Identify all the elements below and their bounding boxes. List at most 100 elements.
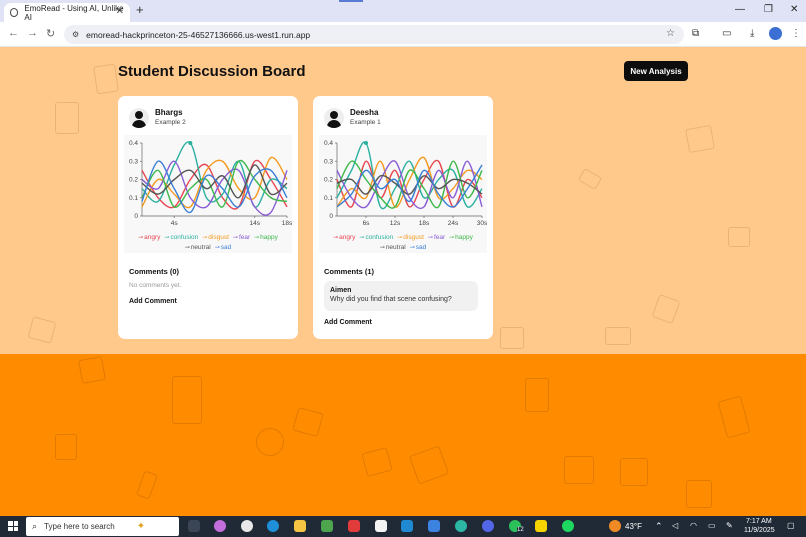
- user-avatar-icon: [129, 108, 149, 128]
- legend-item-happy[interactable]: ⊸happy: [254, 233, 278, 243]
- new-tab-button[interactable]: +: [136, 2, 144, 17]
- youtube-icon[interactable]: [348, 520, 360, 532]
- copilot-icon[interactable]: [214, 520, 226, 532]
- comment-author: Aimen: [330, 287, 352, 294]
- x-tick-label: 12s: [390, 220, 401, 227]
- legend-label: sad: [415, 244, 427, 251]
- vscode-icon[interactable]: [401, 520, 413, 532]
- decorative-book-icon: [78, 356, 106, 384]
- legend-item-neutral[interactable]: ⊸neutral: [380, 243, 406, 253]
- emotion-chart: 0 0.1 0.2 0.3 0.4 6s 12s 18s 24s 30s ⊸angry ⊸confu…: [319, 135, 487, 253]
- series-line-sad: [141, 160, 288, 214]
- weather-icon[interactable]: [609, 520, 621, 532]
- legend-item-fear[interactable]: ⊸fear: [233, 233, 250, 243]
- page-title: Student Discussion Board: [118, 63, 306, 80]
- series-peak-point: [364, 141, 368, 145]
- pen-icon[interactable]: ✎: [726, 521, 733, 530]
- media-control-icon[interactable]: ▭: [722, 28, 731, 39]
- legend-marker-icon: ⊸: [397, 235, 403, 241]
- wifi-icon[interactable]: ◠: [690, 521, 697, 530]
- legend-marker-icon: ⊸: [333, 235, 339, 241]
- browser-menu-icon[interactable]: ⋮: [791, 28, 801, 39]
- comments-title: Comments (0): [129, 267, 180, 276]
- site-favicon-icon: [10, 8, 19, 17]
- decorative-book-icon: [172, 376, 202, 424]
- legend-item-confusion[interactable]: ⊸confusion: [164, 233, 198, 243]
- browser-tab[interactable]: EmoRead - Using AI, Unlike AI ✕: [4, 3, 130, 22]
- legend-item-angry[interactable]: ⊸angry: [333, 233, 355, 243]
- site-info-icon[interactable]: ⚙: [72, 30, 79, 39]
- legend-label: disgust: [403, 234, 424, 241]
- mail-icon[interactable]: [428, 520, 440, 532]
- y-tick-label: 0.2: [324, 177, 333, 184]
- forward-button[interactable]: →: [27, 27, 38, 39]
- legend-item-sad[interactable]: ⊸sad: [215, 243, 232, 253]
- decorative-book-icon: [27, 316, 57, 344]
- profile-avatar[interactable]: [769, 27, 782, 40]
- add-comment-button[interactable]: Add Comment: [324, 319, 372, 326]
- window-close-button[interactable]: ✕: [790, 4, 798, 15]
- chevron-up-icon[interactable]: ⌃: [655, 521, 663, 532]
- bookmark-star-icon[interactable]: ☆: [666, 28, 675, 39]
- legend-item-sad[interactable]: ⊸sad: [410, 243, 427, 253]
- taskbar-search-box[interactable]: ⌕ Type here to search ✦: [26, 517, 179, 536]
- battery-icon[interactable]: ▭: [708, 521, 716, 530]
- decorative-book-icon: [55, 102, 79, 134]
- user-name: Bhargs: [155, 108, 183, 117]
- series-line-confusion: [141, 141, 288, 208]
- legend-item-happy[interactable]: ⊸happy: [449, 233, 473, 243]
- legend-marker-icon: ⊸: [232, 235, 238, 241]
- legend-marker-icon: ⊸: [379, 245, 385, 251]
- x-tick-label: 24s: [448, 220, 459, 227]
- app-icon[interactable]: [455, 520, 467, 532]
- legend-item-angry[interactable]: ⊸angry: [138, 233, 160, 243]
- y-tick-label: 0: [134, 213, 138, 220]
- notion-icon[interactable]: [375, 520, 387, 532]
- restore-button[interactable]: ❐: [764, 4, 773, 15]
- store-icon[interactable]: [321, 520, 333, 532]
- file-explorer-icon[interactable]: [294, 520, 306, 532]
- clock-time[interactable]: 7:17 AM: [746, 518, 772, 525]
- legend-marker-icon: ⊸: [359, 235, 365, 241]
- edge-icon[interactable]: [267, 520, 279, 532]
- add-comment-button[interactable]: Add Comment: [129, 298, 177, 305]
- notifications-icon[interactable]: ▢: [787, 521, 795, 530]
- y-tick-label: 0.3: [324, 158, 333, 165]
- legend-item-neutral[interactable]: ⊸neutral: [185, 243, 211, 253]
- y-tick-label: 0.3: [129, 158, 138, 165]
- chrome-icon[interactable]: [241, 520, 253, 532]
- sticky-notes-icon[interactable]: [535, 520, 547, 532]
- windows-start-icon[interactable]: [8, 521, 18, 531]
- back-button[interactable]: ←: [8, 27, 19, 39]
- discussion-card: Deesha Example 1 0 0.1 0.2 0.3 0.4 6s 12s 18s 24…: [313, 96, 493, 339]
- address-bar[interactable]: ⚙ emoread-hackprinceton-25-46527136666.u…: [64, 25, 684, 44]
- decorative-laptop-icon: [620, 458, 648, 486]
- tab-close-icon[interactable]: ✕: [116, 6, 124, 17]
- minimize-button[interactable]: —: [735, 4, 745, 15]
- task-view-icon[interactable]: [188, 520, 200, 532]
- decorative-box-icon: [55, 434, 77, 460]
- new-analysis-button[interactable]: New Analysis: [624, 61, 688, 81]
- legend-item-fear[interactable]: ⊸fear: [428, 233, 445, 243]
- user-avatar-icon: [324, 108, 344, 128]
- spotify-icon[interactable]: [562, 520, 574, 532]
- discord-icon[interactable]: [482, 520, 494, 532]
- weather-temp[interactable]: 43°F: [625, 522, 642, 531]
- download-icon[interactable]: ⤓: [750, 28, 754, 39]
- y-tick-label: 0.4: [324, 140, 333, 147]
- browser-nav-bar: ← → ↻ ⚙ emoread-hackprinceton-25-4652713…: [0, 22, 806, 47]
- comments-title: Comments (1): [324, 267, 375, 276]
- search-highlight-icon: ✦: [136, 521, 146, 532]
- extensions-icon[interactable]: ⧉: [692, 28, 699, 39]
- legend-item-confusion[interactable]: ⊸confusion: [359, 233, 393, 243]
- legend-item-disgust[interactable]: ⊸disgust: [202, 233, 229, 243]
- legend-marker-icon: ⊸: [409, 245, 415, 251]
- reload-button[interactable]: ↻: [46, 27, 55, 40]
- clock-date[interactable]: 11/9/2025: [744, 527, 775, 534]
- decorative-box-icon: [500, 327, 524, 349]
- example-label: Example 1: [350, 119, 381, 126]
- decorative-book-icon: [686, 480, 712, 508]
- legend-item-disgust[interactable]: ⊸disgust: [397, 233, 424, 243]
- x-tick-label: 18s: [419, 220, 430, 227]
- volume-icon[interactable]: ◁: [672, 521, 678, 530]
